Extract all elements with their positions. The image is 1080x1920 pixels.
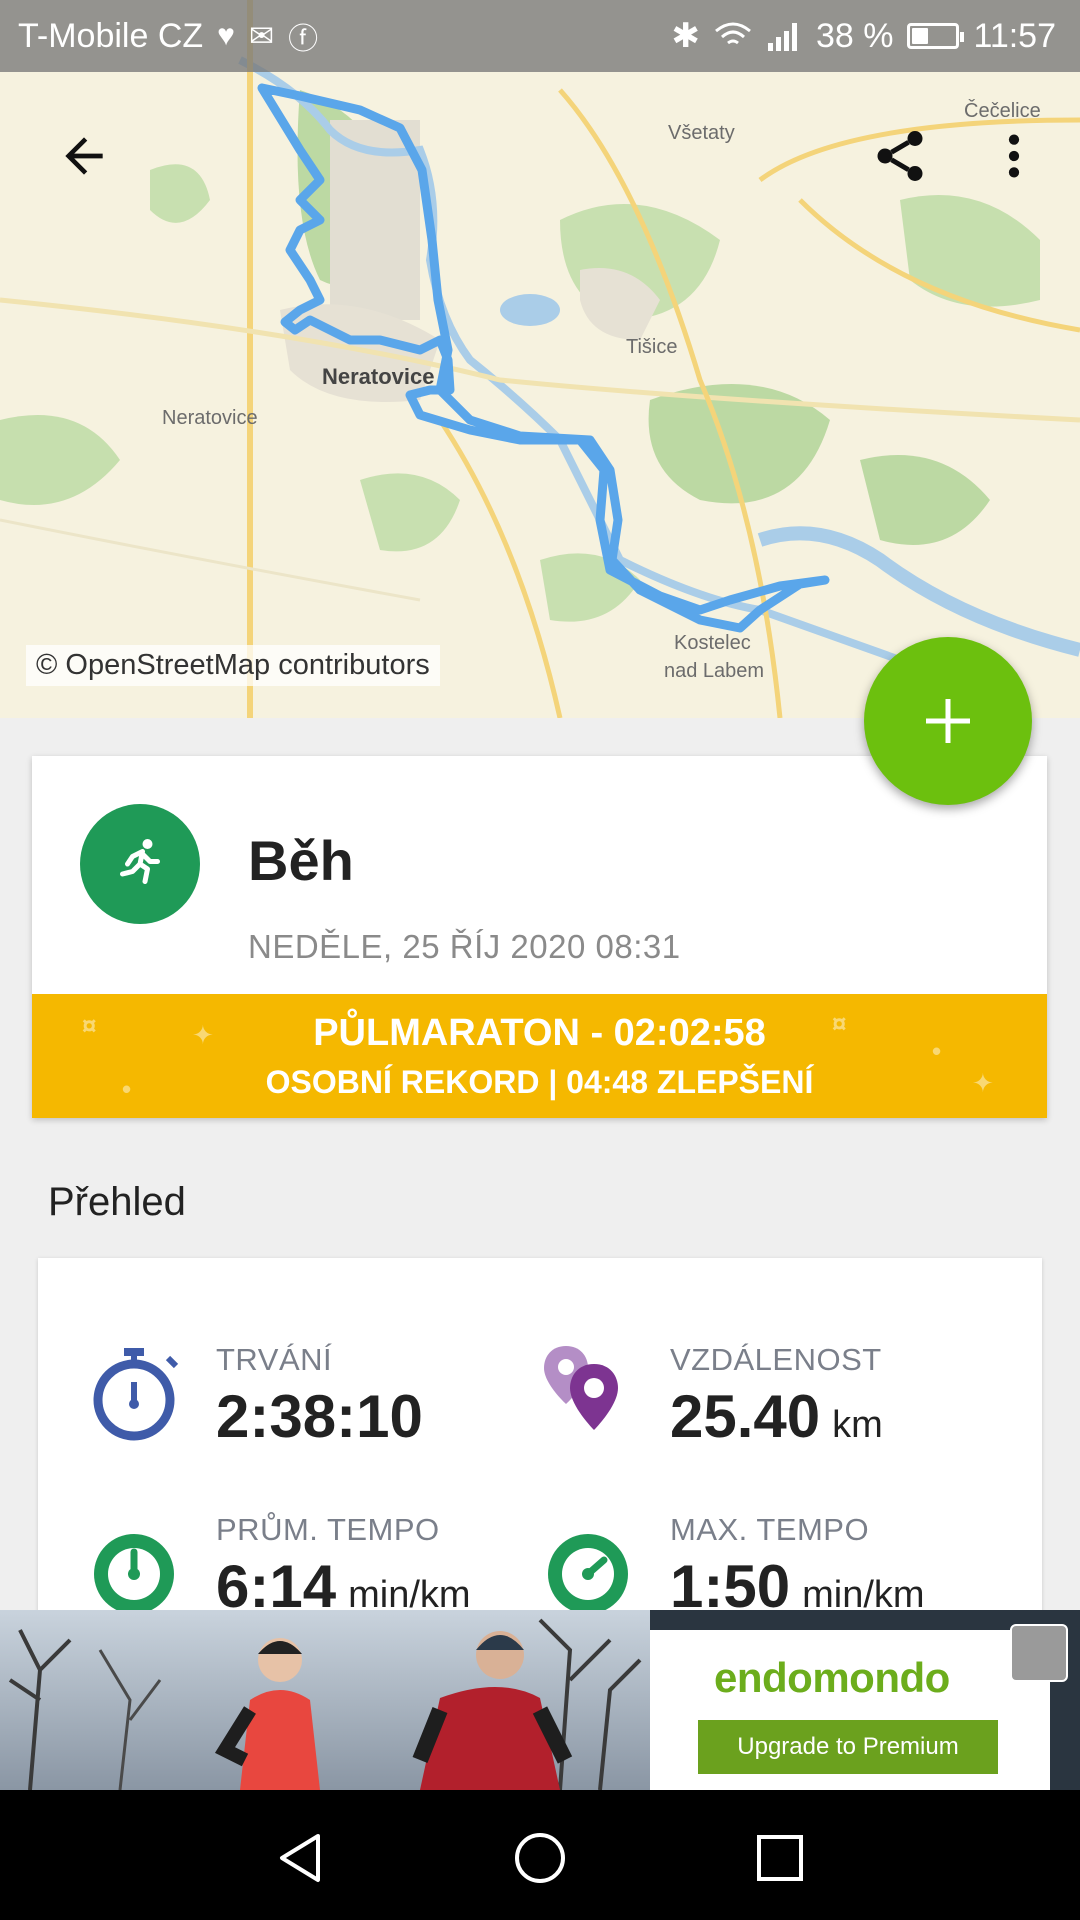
add-button[interactable]: [864, 637, 1032, 805]
back-button[interactable]: [44, 116, 124, 196]
personal-record-banner[interactable]: ¤ ✦ • ¤ • ✦ PŮLMARATON - 02:02:58 OSOBNÍ…: [32, 994, 1047, 1118]
map-place-label: Všetaty: [668, 122, 735, 144]
signal-icon: [767, 23, 797, 51]
sport-icon-circle: [80, 804, 200, 924]
stat-value: 2:38:10: [216, 1382, 423, 1451]
ad-brand-box: endomondo Upgrade to Premium: [650, 1630, 1050, 1790]
speedometer-icon: [94, 1534, 174, 1612]
activity-card: Běh NEDĚLE, 25 ŘÍJ 2020 08:31 ¤ ✦ • ¤ • …: [32, 756, 1047, 1118]
battery-icon: [907, 23, 965, 49]
stat-value: 25.40 km: [670, 1382, 883, 1451]
record-distance-time: PŮLMARATON - 02:02:58: [313, 1012, 766, 1054]
stat-label: MAX. TEMPO: [670, 1512, 870, 1547]
system-nav-bar: [0, 1790, 1080, 1920]
nav-back-icon: [280, 1834, 320, 1882]
overview-title: Přehled: [48, 1180, 186, 1224]
nav-back-button[interactable]: [260, 1818, 340, 1898]
status-bar: T-Mobile CZ ♥ ✉ ⓕ ✱ 38 % 11:57: [0, 0, 1080, 72]
record-improvement: OSOBNÍ REKORD | 04:48 ZLEPŠENÍ: [265, 1064, 814, 1100]
nav-home-icon: [515, 1833, 565, 1883]
stat-label: PRŮM. TEMPO: [216, 1512, 440, 1547]
stat-unit: km: [832, 1404, 883, 1446]
map-place-label: nad Labem: [664, 660, 765, 682]
more-vert-icon: [1008, 134, 1020, 178]
ad-photo-runners: [0, 1610, 650, 1790]
location-pins-icon: [544, 1346, 618, 1430]
stat-label: TRVÁNÍ: [216, 1342, 333, 1377]
share-button[interactable]: [860, 116, 940, 196]
ad-choices-icon[interactable]: [1010, 1624, 1068, 1682]
stat-duration: TRVÁNÍ 2:38:10: [88, 1342, 568, 1492]
more-options-button[interactable]: [974, 116, 1054, 196]
sport-title: Běh: [248, 829, 354, 892]
route-map[interactable]: Všetaty Čečelice Tišice Neratovice Nerat…: [0, 0, 1080, 718]
battery-percent: 38 %: [815, 16, 894, 55]
stat-distance: VZDÁLENOST 25.40 km: [542, 1342, 1022, 1492]
stat-label: VZDÁLENOST: [670, 1342, 882, 1377]
speedometer-icon: [548, 1534, 628, 1612]
plus-icon: [926, 699, 970, 743]
nav-home-button[interactable]: [500, 1818, 580, 1898]
stat-number: 2:38:10: [216, 1383, 423, 1450]
battery-level: [912, 28, 929, 44]
map-place-label: Neratovice: [322, 364, 435, 389]
running-icon: [120, 839, 160, 884]
clock: 11:57: [973, 16, 1056, 55]
map-place-label: Kostelec: [674, 632, 751, 654]
map-tiles: [0, 0, 1080, 718]
nav-recents-button[interactable]: [740, 1818, 820, 1898]
nav-recents-icon: [757, 1835, 803, 1881]
stat-number: 25.40: [670, 1383, 821, 1450]
bluetooth-icon: ✱: [671, 17, 700, 55]
stopwatch-icon: [93, 1348, 179, 1441]
carrier-name: T-Mobile CZ: [18, 16, 204, 55]
facebook-icon: ⓕ: [288, 23, 319, 56]
activity-date: NEDĚLE, 25 ŘÍJ 2020 08:31: [248, 928, 681, 965]
share-icon: [877, 131, 923, 181]
upgrade-premium-button[interactable]: Upgrade to Premium: [698, 1720, 998, 1774]
mail-icon: ✉: [248, 19, 275, 53]
map-place-label: Neratovice: [162, 407, 258, 429]
arrow-back-icon: [65, 137, 103, 175]
ad-brand-name: endomondo: [714, 1654, 950, 1701]
map-attribution[interactable]: © OpenStreetMap contributors: [26, 645, 440, 686]
wifi-icon: [714, 22, 751, 45]
heart-rate-icon: ♥: [217, 19, 235, 52]
map-place-label: Tišice: [626, 336, 678, 358]
ad-banner[interactable]: endomondo Upgrade to Premium: [0, 1610, 1080, 1790]
